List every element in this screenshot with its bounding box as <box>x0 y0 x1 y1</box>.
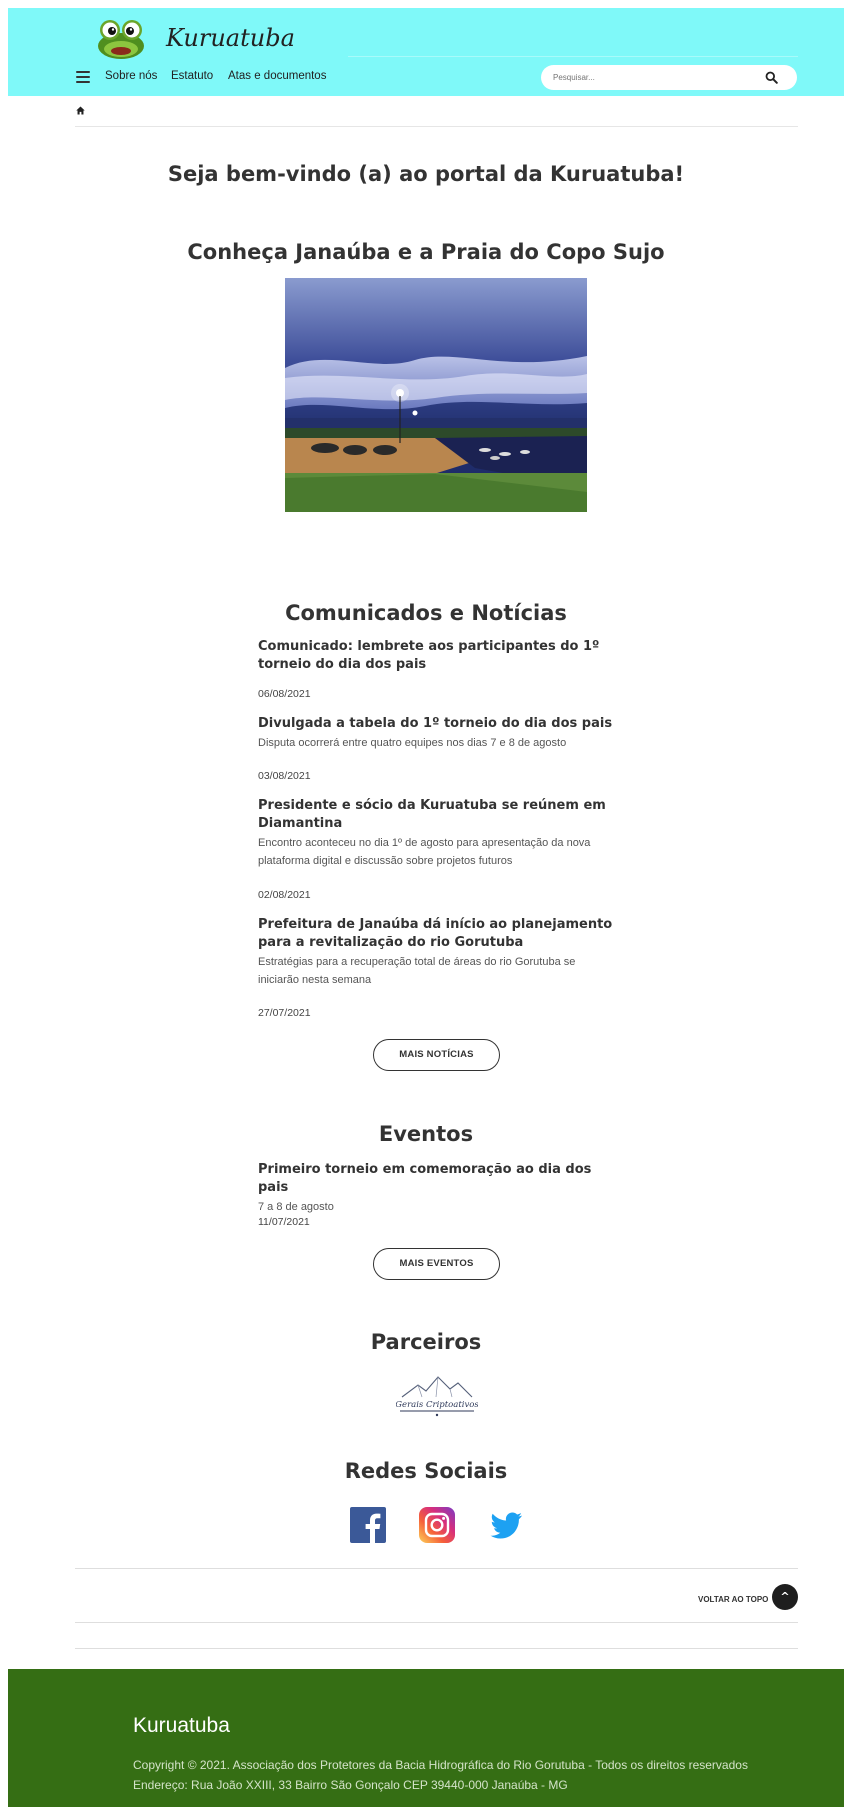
news-item-title[interactable]: Prefeitura de Janaúba dá início ao plane… <box>258 916 618 952</box>
instagram-icon[interactable] <box>419 1507 455 1543</box>
event-item-date: 11/07/2021 <box>258 1216 310 1228</box>
news-item-title[interactable]: Comunicado: lembrete aos participantes d… <box>258 638 618 674</box>
news-item[interactable]: Prefeitura de Janaúba dá início ao plane… <box>258 916 618 989</box>
header-divider <box>348 56 798 57</box>
event-item-title[interactable]: Primeiro torneio em comemoração ao dia d… <box>258 1161 618 1197</box>
news-item-summary: Disputa ocorrerá entre quatro equipes no… <box>258 737 567 749</box>
news-item-title[interactable]: Presidente e sócio da Kuruatuba se reúne… <box>258 797 618 833</box>
event-item[interactable]: Primeiro torneio em comemoração ao dia d… <box>258 1161 618 1216</box>
news-item-title[interactable]: Divulgada a tabela do 1º torneio do dia … <box>258 715 618 733</box>
news-item-date: 27/07/2021 <box>258 1007 311 1019</box>
news-item[interactable]: Presidente e sócio da Kuruatuba se reúne… <box>258 797 618 870</box>
news-item[interactable]: Divulgada a tabela do 1º torneio do dia … <box>258 715 618 752</box>
more-news-button[interactable]: MAIS NOTÍCIAS <box>373 1039 500 1071</box>
home-icon[interactable] <box>76 106 85 115</box>
section-divider <box>75 1648 798 1649</box>
nav-sobre-nos[interactable]: Sobre nós <box>105 70 157 82</box>
news-item-date: 02/08/2021 <box>258 889 311 901</box>
news-item-date: 03/08/2021 <box>258 770 311 782</box>
footer-copyright: Copyright © 2021. Associação dos Proteto… <box>133 1758 748 1772</box>
frog-logo-icon[interactable] <box>96 16 146 60</box>
social-section-title: Redes Sociais <box>344 1459 508 1483</box>
news-item[interactable]: Comunicado: lembrete aos participantes d… <box>258 638 618 674</box>
section-divider <box>75 1568 798 1569</box>
nav-atas-documentos[interactable]: Atas e documentos <box>228 70 326 82</box>
site-footer: Kuruatuba Copyright © 2021. Associação d… <box>8 1669 844 1807</box>
welcome-title: Seja bem-vindo (a) ao portal da Kuruatub… <box>167 162 685 186</box>
search-input[interactable] <box>553 70 753 85</box>
praia-copo-sujo-photo[interactable] <box>285 278 587 512</box>
site-logo-text[interactable]: Kuruatuba <box>166 24 295 52</box>
back-to-top-label[interactable]: VOLTAR AO TOPO <box>698 1595 768 1604</box>
nav-estatuto[interactable]: Estatuto <box>171 70 213 82</box>
svg-text:Gerais Criptoativos: Gerais Criptoativos <box>396 1400 478 1410</box>
section-divider <box>75 1622 798 1623</box>
back-to-top-button[interactable]: ^ <box>772 1584 798 1610</box>
events-section-title: Eventos <box>378 1122 474 1146</box>
partners-section-title: Parceiros <box>370 1330 482 1354</box>
news-item-summary: Encontro aconteceu no dia 1º de agosto p… <box>258 837 591 867</box>
news-section-title: Comunicados e Notícias <box>285 601 567 625</box>
page: Kuruatuba Sobre nós Estatuto Atas e docu… <box>8 8 844 1807</box>
gerais-criptoativos-logo[interactable]: Gerais Criptoativos <box>396 1371 478 1421</box>
event-item-summary: 7 a 8 de agosto <box>258 1201 334 1213</box>
news-item-date: 06/08/2021 <box>258 688 311 700</box>
facebook-icon[interactable] <box>350 1507 386 1543</box>
search-box <box>541 65 797 90</box>
twitter-icon[interactable] <box>488 1507 524 1543</box>
footer-title: Kuruatuba <box>133 1714 230 1737</box>
site-header: Kuruatuba Sobre nós Estatuto Atas e docu… <box>8 8 844 96</box>
breadcrumb-divider <box>75 126 798 127</box>
hamburger-menu-icon[interactable] <box>76 71 90 83</box>
search-icon[interactable] <box>765 71 778 84</box>
more-events-button[interactable]: MAIS EVENTOS <box>373 1248 500 1280</box>
news-item-summary: Estratégias para a recuperação total de … <box>258 956 576 986</box>
feature-title: Conheça Janaúba e a Praia do Copo Sujo <box>187 240 665 264</box>
footer-address: Endereço: Rua João XXIII, 33 Bairro São … <box>133 1778 568 1792</box>
